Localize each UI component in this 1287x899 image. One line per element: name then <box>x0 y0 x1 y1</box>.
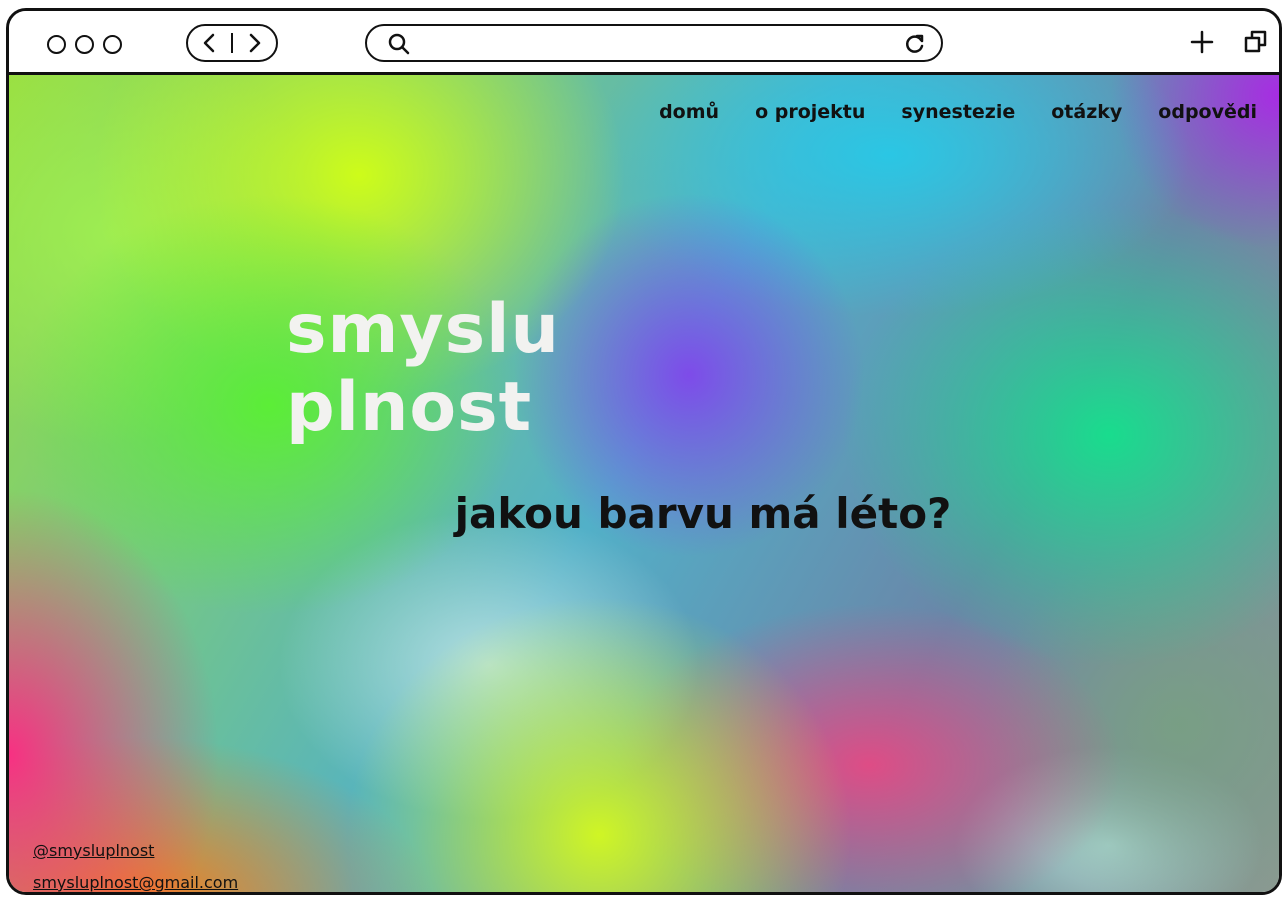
hero-tagline: jakou barvu má léto? <box>454 489 952 538</box>
new-tab-icon[interactable] <box>1189 29 1215 55</box>
logo-line-1: smyslu <box>286 290 560 369</box>
back-button[interactable] <box>188 26 231 60</box>
logo-line-2: plnost <box>286 368 533 447</box>
window-dots-icon[interactable] <box>47 35 122 54</box>
page-viewport: domů o projektu synestezie otázky odpově… <box>9 75 1279 892</box>
nav-item-synestezie[interactable]: synestezie <box>901 101 1015 123</box>
history-nav <box>186 24 278 62</box>
nav-item-otazky[interactable]: otázky <box>1051 101 1122 123</box>
contact-links: @smysluplnost smysluplnost@gmail.com <box>33 835 238 892</box>
windows-icon[interactable] <box>1243 29 1269 55</box>
nav-item-odpovedi[interactable]: odpovědi <box>1158 101 1257 123</box>
address-bar[interactable] <box>365 24 943 62</box>
back-icon <box>204 33 215 53</box>
nav-item-o-projektu[interactable]: o projektu <box>755 101 865 123</box>
forward-icon <box>249 33 260 53</box>
site-logo: smyslu plnost <box>286 291 560 447</box>
site-nav: domů o projektu synestezie otázky odpově… <box>659 101 1257 123</box>
nav-item-domu[interactable]: domů <box>659 101 719 123</box>
forward-button[interactable] <box>233 26 276 60</box>
window-dot[interactable] <box>75 35 94 54</box>
browser-toolbar <box>9 11 1279 75</box>
window-dot[interactable] <box>103 35 122 54</box>
search-icon <box>388 33 410 55</box>
window-dot[interactable] <box>47 35 66 54</box>
instagram-link[interactable]: @smysluplnost <box>33 835 238 867</box>
reload-icon[interactable] <box>903 32 927 56</box>
address-input[interactable] <box>421 30 881 56</box>
email-link[interactable]: smysluplnost@gmail.com <box>33 867 238 892</box>
browser-window: domů o projektu synestezie otázky odpově… <box>6 8 1282 895</box>
